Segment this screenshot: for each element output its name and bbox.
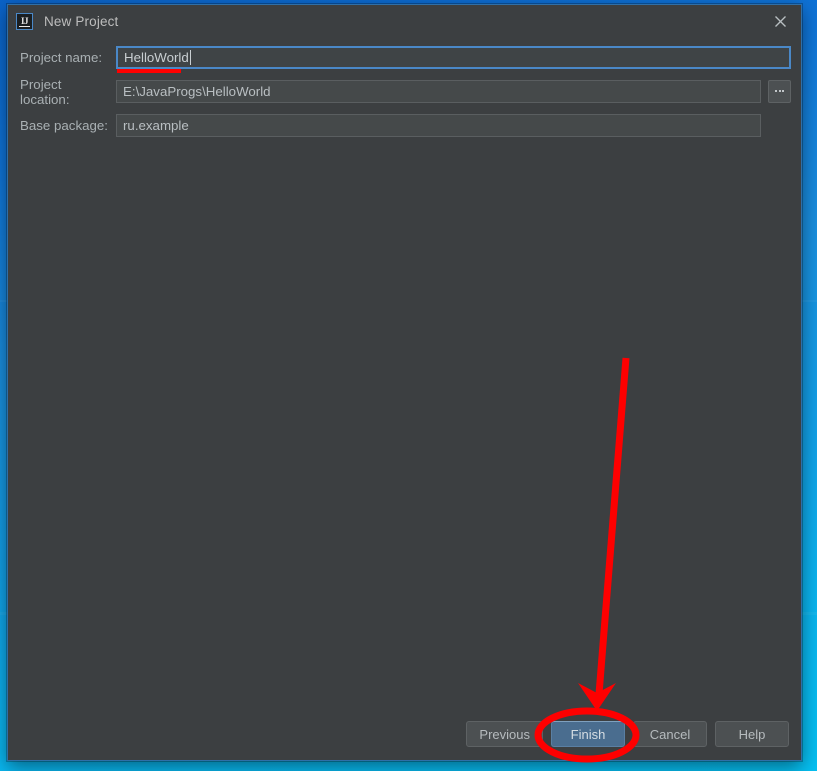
project-form: Project name: HelloWorld Project locatio… (8, 38, 801, 148)
intellij-idea-icon: IJ (16, 13, 33, 30)
new-project-dialog: IJ New Project Project name: HelloWorld … (7, 4, 802, 761)
dialog-title-bar: IJ New Project (8, 5, 801, 38)
browse-folder-button[interactable] (768, 80, 791, 103)
project-name-input[interactable]: HelloWorld (116, 46, 791, 69)
finish-button[interactable]: Finish (551, 721, 625, 747)
project-location-input[interactable]: E:\JavaProgs\HelloWorld (116, 80, 761, 103)
help-button[interactable]: Help (715, 721, 789, 747)
form-row-project-location: Project location: E:\JavaProgs\HelloWorl… (20, 77, 791, 107)
dialog-content-area (8, 148, 801, 708)
project-name-value: HelloWorld (124, 50, 189, 65)
form-row-base-package: Base package: ru.example (20, 114, 791, 137)
previous-button[interactable]: Previous (466, 721, 543, 747)
ellipsis-icon (775, 89, 784, 92)
close-icon[interactable] (765, 8, 795, 34)
text-caret (189, 50, 191, 65)
base-package-value: ru.example (123, 118, 189, 133)
project-location-value: E:\JavaProgs\HelloWorld (123, 84, 271, 99)
project-location-label: Project location: (20, 76, 70, 107)
dialog-button-bar: Previous Finish Cancel Help (8, 708, 801, 760)
dialog-title: New Project (44, 14, 119, 29)
intellij-idea-icon-label: IJ (20, 15, 29, 26)
cancel-button[interactable]: Cancel (633, 721, 707, 747)
intellij-idea-icon-underbar (19, 25, 30, 27)
base-package-input[interactable]: ru.example (116, 114, 761, 137)
form-row-project-name: Project name: HelloWorld (20, 46, 791, 69)
base-package-label: Base package: (20, 118, 108, 133)
red-underline-annotation (117, 69, 181, 73)
project-name-label: Project name: (20, 50, 103, 65)
